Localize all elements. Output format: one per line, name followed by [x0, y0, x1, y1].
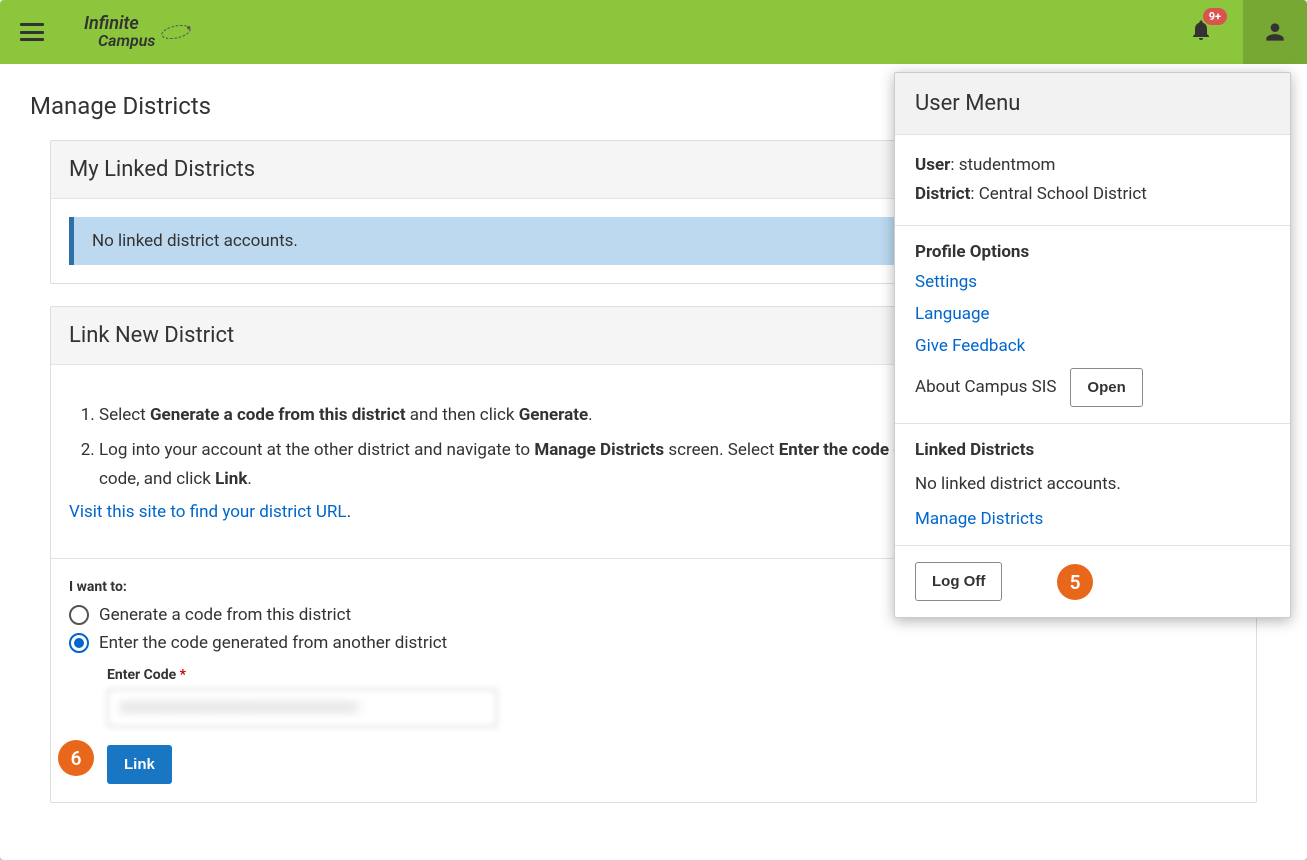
user-menu-button[interactable] — [1243, 0, 1307, 64]
user-menu-title: User Menu — [895, 73, 1290, 135]
radio-enter-code[interactable]: Enter the code generated from another di… — [69, 633, 1238, 653]
logo-bottom: Campus — [84, 33, 155, 49]
enter-code-input[interactable] — [107, 689, 497, 727]
notifications-button[interactable]: 9+ — [1189, 18, 1213, 46]
profile-options-title: Profile Options — [915, 242, 1270, 262]
manage-districts-link[interactable]: Manage Districts — [915, 509, 1270, 529]
link-button[interactable]: Link — [107, 745, 172, 784]
enter-code-label: Enter Code * — [107, 667, 1238, 683]
district-row: District: Central School District — [915, 180, 1270, 209]
user-menu-panel: User Menu User: studentmom District: Cen… — [894, 72, 1291, 618]
menu-icon[interactable] — [20, 23, 44, 41]
user-row: User: studentmom — [915, 151, 1270, 180]
notification-badge: 9+ — [1203, 8, 1227, 25]
linked-districts-title: Linked Districts — [915, 440, 1270, 460]
logo[interactable]: Infinite Campus — [84, 15, 193, 49]
logo-swoosh-icon — [159, 22, 193, 42]
radio-icon — [69, 605, 89, 625]
open-button[interactable]: Open — [1070, 368, 1142, 407]
log-off-button[interactable]: Log Off — [915, 562, 1002, 601]
feedback-link[interactable]: Give Feedback — [915, 336, 1270, 356]
radio-icon — [69, 633, 89, 653]
callout-5: 5 — [1057, 564, 1093, 600]
about-label: About Campus SIS — [915, 377, 1056, 397]
settings-link[interactable]: Settings — [915, 272, 1270, 292]
radio-label: Generate a code from this district — [99, 605, 351, 625]
language-link[interactable]: Language — [915, 304, 1270, 324]
callout-6: 6 — [58, 740, 94, 776]
app-header: Infinite Campus 9+ — [0, 0, 1307, 64]
person-icon — [1262, 19, 1288, 45]
linked-districts-msg: No linked district accounts. — [915, 470, 1270, 499]
radio-label: Enter the code generated from another di… — [99, 633, 447, 653]
